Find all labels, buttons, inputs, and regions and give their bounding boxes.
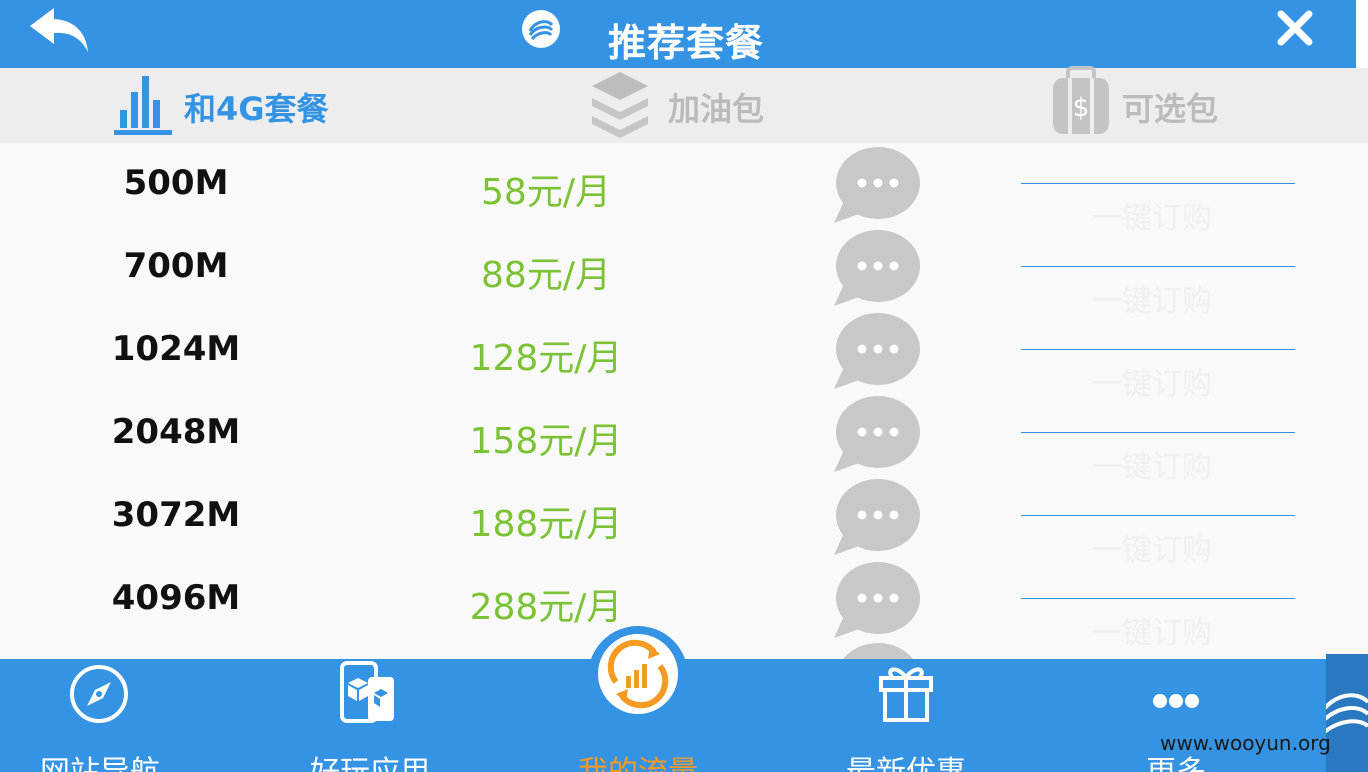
plan-price: 128元/月 <box>469 338 623 379</box>
plan-row: 2048M 158元/月 一键订购 <box>0 392 1368 485</box>
gift-icon <box>879 667 933 722</box>
chat-bubble-icon <box>843 643 913 659</box>
chat-bubble-icon[interactable] <box>830 560 924 640</box>
page-title: 推荐套餐 <box>608 21 765 65</box>
money-bag-icon: $ <box>1053 66 1109 134</box>
nav-label: 我的流量 <box>558 747 718 772</box>
nav-site-guide[interactable]: 网站导航 <box>20 659 180 772</box>
china-mobile-logo-icon <box>522 10 560 48</box>
plan-row: 1024M 128元/月 一键订购 <box>0 309 1368 402</box>
tab-label: 加油包 <box>668 90 765 128</box>
divider <box>1021 183 1295 184</box>
tab-optional-packs[interactable]: $ 可选包 <box>1050 66 1250 143</box>
plan-size: 700M <box>123 246 229 286</box>
more-dots-icon <box>1153 694 1199 708</box>
china-mobile-logo-icon <box>1318 693 1368 736</box>
tab-4g-plans[interactable]: 和4G套餐 <box>112 68 352 143</box>
chat-bubble-icon[interactable] <box>830 311 924 391</box>
tab-addon-packs[interactable]: 加油包 <box>588 68 788 143</box>
divider <box>1021 266 1295 267</box>
chat-bubble-icon[interactable] <box>830 477 924 557</box>
plan-tabs: 和4G套餐 加油包 $ 可选包 <box>0 66 1368 143</box>
divider <box>1021 598 1295 599</box>
bar-chart-icon <box>114 76 172 135</box>
watermark-text: www.wooyun.org <box>1160 731 1331 755</box>
divider <box>1021 432 1295 433</box>
nav-my-data[interactable]: 我的流量 <box>558 634 718 772</box>
plan-size: 3072M <box>111 495 241 535</box>
plan-size: 500M <box>123 163 229 203</box>
data-usage-icon <box>598 634 678 714</box>
china-mobile-corner-logo <box>1318 654 1368 772</box>
window-edge <box>1356 0 1368 68</box>
plan-row: 3072M 188元/月 一键订购 <box>0 475 1368 568</box>
divider <box>1021 349 1295 350</box>
svg-text:$: $ <box>1073 93 1090 123</box>
nav-fun-apps[interactable]: 好玩应用 <box>290 659 450 772</box>
divider <box>1021 515 1295 516</box>
tab-label: 和4G套餐 <box>184 90 329 128</box>
plan-price: 58元/月 <box>481 172 611 213</box>
nav-label: 好玩应用 <box>290 747 450 772</box>
plan-size: 2048M <box>111 412 241 452</box>
order-button[interactable]: 一键订购 <box>1092 608 1212 652</box>
nav-latest-offers[interactable]: 最新优惠 <box>826 659 986 772</box>
nav-label: 最新优惠 <box>826 747 986 772</box>
apps-phone-icon <box>340 661 394 723</box>
chat-bubble-icon[interactable] <box>830 145 924 225</box>
compass-icon <box>70 665 128 723</box>
nav-label: 网站导航 <box>20 747 180 772</box>
plan-row: 700M 88元/月 一键订购 <box>0 226 1368 319</box>
plan-list: 500M 58元/月 一键订购 700M 88元/月 一键订购 1024M 12… <box>0 143 1368 659</box>
back-arrow-icon[interactable] <box>24 2 96 58</box>
plan-price: 158元/月 <box>469 421 623 462</box>
plan-price: 288元/月 <box>469 587 623 628</box>
plan-size: 1024M <box>111 329 241 369</box>
layers-icon <box>592 72 648 138</box>
close-icon[interactable] <box>1276 9 1314 47</box>
tab-label: 可选包 <box>1122 90 1219 128</box>
plan-size: 4096M <box>111 578 241 618</box>
chat-bubble-icon[interactable] <box>830 228 924 308</box>
top-bar: 推荐套餐 <box>0 0 1368 68</box>
chat-bubble-icon[interactable] <box>830 394 924 474</box>
plan-price: 188元/月 <box>469 504 623 545</box>
plan-price: 88元/月 <box>481 255 611 296</box>
plan-row: 500M 58元/月 一键订购 <box>0 143 1368 236</box>
nav-more[interactable]: 更多 <box>1096 659 1256 772</box>
plan-row: 4096M 288元/月 一键订购 <box>0 558 1368 651</box>
